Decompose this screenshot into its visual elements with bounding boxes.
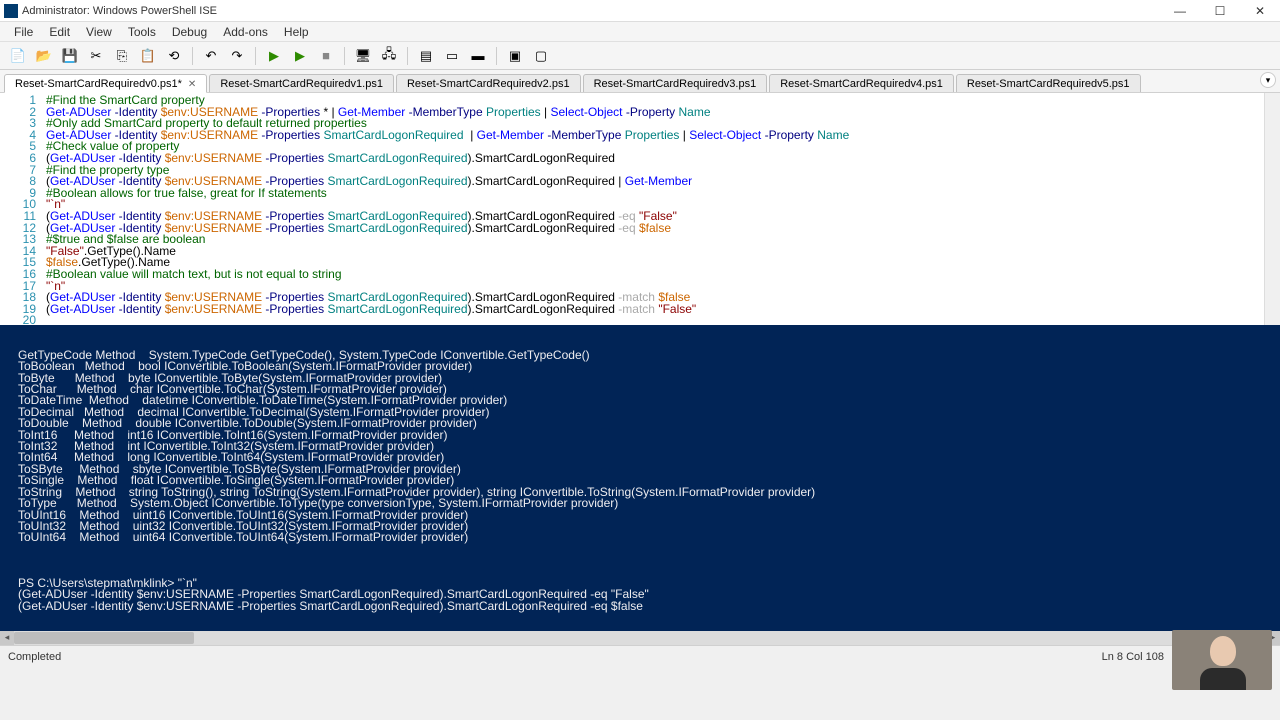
- status-bar: Completed Ln 8 Col 108: [0, 645, 1280, 667]
- toolbar: 📄📂💾✂⎘📋⟲↶↷▶▶■🖥🖧▤▭▬▣▢: [0, 42, 1280, 70]
- tab-label: Reset-SmartCardRequiredv3.ps1: [594, 78, 757, 90]
- tab-bar: Reset-SmartCardRequiredv0.ps1*✕Reset-Sma…: [0, 70, 1280, 93]
- tab-label: Reset-SmartCardRequiredv5.ps1: [967, 78, 1130, 90]
- maximize-button[interactable]: ☐: [1200, 0, 1240, 22]
- menu-add-ons[interactable]: Add-ons: [215, 25, 276, 39]
- new-file-icon[interactable]: 📄: [6, 45, 30, 67]
- undo-icon[interactable]: ↶: [199, 45, 223, 67]
- scroll-thumb[interactable]: [14, 632, 194, 644]
- script-editor[interactable]: 1 2 3 4 5 6 7 8 9 10 11 12 13 14 15 16 1…: [0, 93, 1280, 325]
- layout-script-icon[interactable]: ▭: [440, 45, 464, 67]
- console-pane[interactable]: GetTypeCode Method System.TypeCode GetTy…: [0, 325, 1280, 645]
- toolbar-separator: [255, 47, 256, 65]
- toolbar-separator: [344, 47, 345, 65]
- tab-file-0[interactable]: Reset-SmartCardRequiredv0.ps1* ✕: [4, 74, 207, 93]
- console-horizontal-scrollbar[interactable]: ◂ ▸: [0, 631, 1280, 645]
- close-button[interactable]: ✕: [1240, 0, 1280, 22]
- line-number-gutter: 1 2 3 4 5 6 7 8 9 10 11 12 13 14 15 16 1…: [0, 93, 46, 325]
- tab-close-icon[interactable]: ✕: [188, 79, 196, 90]
- tab-label: Reset-SmartCardRequiredv2.ps1: [407, 78, 570, 90]
- paste-icon[interactable]: 📋: [136, 45, 160, 67]
- menu-view[interactable]: View: [78, 25, 120, 39]
- tab-label: Reset-SmartCardRequiredv4.ps1: [780, 78, 943, 90]
- minimize-button[interactable]: —: [1160, 0, 1200, 22]
- editor-scrollbar[interactable]: [1264, 93, 1280, 325]
- status-text: Completed: [8, 651, 61, 663]
- window-title: Administrator: Windows PowerShell ISE: [22, 5, 217, 17]
- redo-icon[interactable]: ↷: [225, 45, 249, 67]
- scroll-left-icon[interactable]: ◂: [0, 631, 14, 645]
- tab-file-3[interactable]: Reset-SmartCardRequiredv3.ps1: [583, 74, 768, 92]
- open-file-icon[interactable]: 📂: [32, 45, 56, 67]
- tab-file-5[interactable]: Reset-SmartCardRequiredv5.ps1: [956, 74, 1141, 92]
- tab-file-4[interactable]: Reset-SmartCardRequiredv4.ps1: [769, 74, 954, 92]
- stop-icon[interactable]: ■: [314, 45, 338, 67]
- tab-file-1[interactable]: Reset-SmartCardRequiredv1.ps1: [209, 74, 394, 92]
- menu-edit[interactable]: Edit: [41, 25, 78, 39]
- show-command-icon[interactable]: ▣: [503, 45, 527, 67]
- menu-debug[interactable]: Debug: [164, 25, 215, 39]
- layout-both-icon[interactable]: ▤: [414, 45, 438, 67]
- tab-scroll-button[interactable]: ▾: [1260, 72, 1276, 88]
- clear-icon[interactable]: ⟲: [162, 45, 186, 67]
- toolbar-separator: [192, 47, 193, 65]
- tab-label: Reset-SmartCardRequiredv0.ps1*: [15, 78, 182, 90]
- toolbar-separator: [496, 47, 497, 65]
- tab-file-2[interactable]: Reset-SmartCardRequiredv2.ps1: [396, 74, 581, 92]
- layout-console-icon[interactable]: ▬: [466, 45, 490, 67]
- code-area[interactable]: #Find the SmartCard property Get-ADUser …: [46, 93, 1264, 325]
- copy-icon[interactable]: ⎘: [110, 45, 134, 67]
- title-bar: Administrator: Windows PowerShell ISE — …: [0, 0, 1280, 22]
- cursor-position: Ln 8 Col 108: [1102, 651, 1164, 663]
- run-selection-icon[interactable]: ▶: [288, 45, 312, 67]
- webcam-overlay: [1172, 630, 1272, 690]
- tab-label: Reset-SmartCardRequiredv1.ps1: [220, 78, 383, 90]
- cut-icon[interactable]: ✂: [84, 45, 108, 67]
- run-icon[interactable]: ▶: [262, 45, 286, 67]
- show-addon-icon[interactable]: ▢: [529, 45, 553, 67]
- menu-file[interactable]: File: [6, 25, 41, 39]
- remote-icon[interactable]: 🖥: [351, 45, 375, 67]
- menu-bar: FileEditViewToolsDebugAdd-onsHelp: [0, 22, 1280, 42]
- menu-tools[interactable]: Tools: [120, 25, 164, 39]
- menu-help[interactable]: Help: [276, 25, 317, 39]
- save-icon[interactable]: 💾: [58, 45, 82, 67]
- new-remote-icon[interactable]: 🖧: [377, 45, 401, 67]
- console-output: GetTypeCode Method System.TypeCode GetTy…: [18, 350, 1280, 645]
- app-icon: [4, 4, 18, 18]
- toolbar-separator: [407, 47, 408, 65]
